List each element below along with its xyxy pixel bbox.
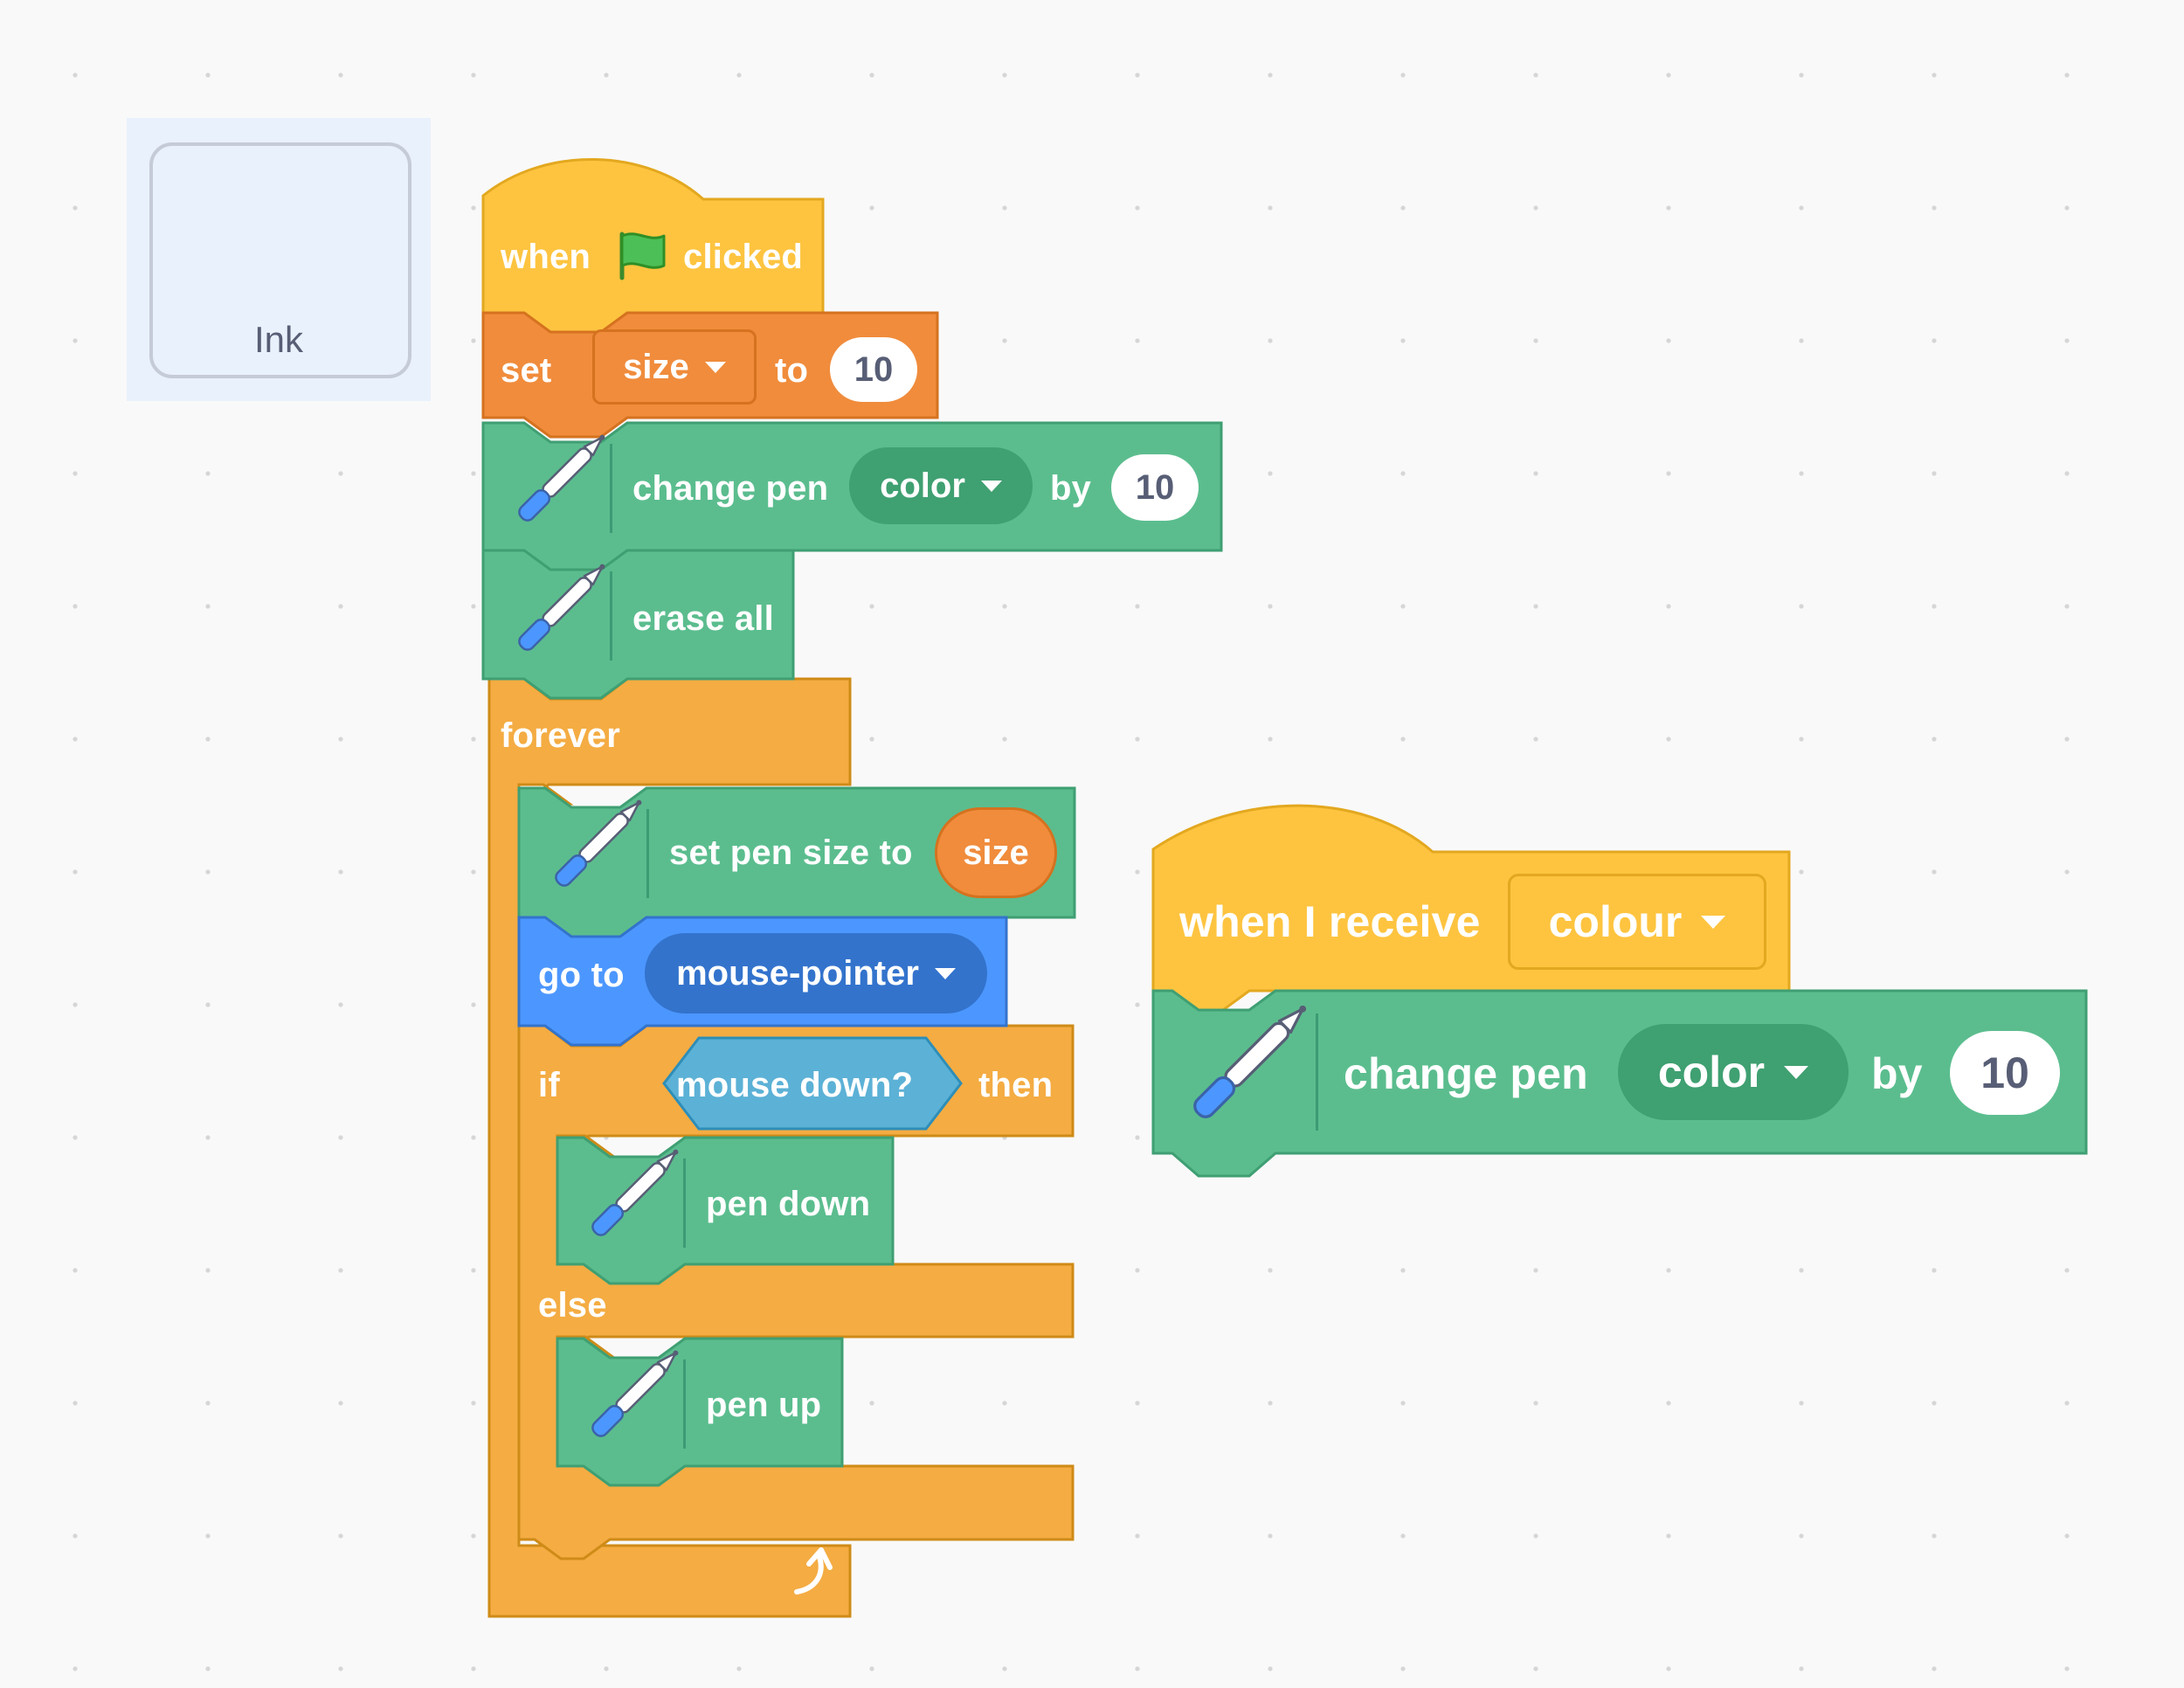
receive-change-pen-label: change pen [1344, 1049, 1588, 1098]
pen-divider [610, 571, 612, 661]
to-label: to [775, 351, 809, 390]
receive-change-pen-value-input[interactable]: 10 [1950, 1031, 2060, 1115]
go-to-target-dropdown[interactable]: mouse-pointer [645, 933, 987, 1013]
mouse-down-label: mouse down? [676, 1066, 914, 1104]
chevron-down-icon [980, 480, 1002, 492]
pen-up-label: pen up [706, 1386, 822, 1424]
else-label: else [538, 1286, 607, 1325]
forever-label: forever [501, 716, 621, 755]
set-label: set [501, 351, 552, 390]
pen-divider [646, 809, 649, 898]
chevron-down-icon [704, 361, 726, 373]
hat-clicked-label: clicked [683, 238, 804, 276]
receive-pen-param-dropdown[interactable]: color [1618, 1024, 1849, 1120]
script-canvas [481, 158, 2088, 1618]
size-reporter[interactable]: size [935, 807, 1057, 898]
receive-by-label: by [1871, 1049, 1923, 1098]
pen-param-dropdown[interactable]: color [849, 447, 1033, 524]
chevron-down-icon [1701, 915, 1726, 929]
change-pen-label: change pen [632, 469, 829, 508]
pen-down-label: pen down [706, 1185, 871, 1223]
go-to-label: go to [538, 956, 625, 994]
hat-when-label: when [501, 238, 591, 276]
message-dropdown[interactable]: colour [1508, 874, 1766, 970]
pen-divider [1316, 1013, 1318, 1131]
chevron-down-icon [934, 967, 956, 979]
change-pen-value-input[interactable]: 10 [1111, 454, 1199, 521]
when-i-receive-label: when I receive [1179, 897, 1481, 946]
then-label: then [978, 1066, 1054, 1104]
set-value-input[interactable]: 10 [830, 337, 917, 402]
if-label: if [538, 1066, 560, 1104]
variable-dropdown[interactable]: size [592, 329, 757, 405]
set-pen-size-label: set pen size to [669, 834, 913, 872]
by-label: by [1050, 469, 1092, 508]
pen-divider [610, 444, 612, 533]
pen-divider [683, 1359, 686, 1449]
erase-all-label: erase all [632, 599, 774, 638]
pen-divider [683, 1159, 686, 1248]
chevron-down-icon [1784, 1065, 1809, 1079]
